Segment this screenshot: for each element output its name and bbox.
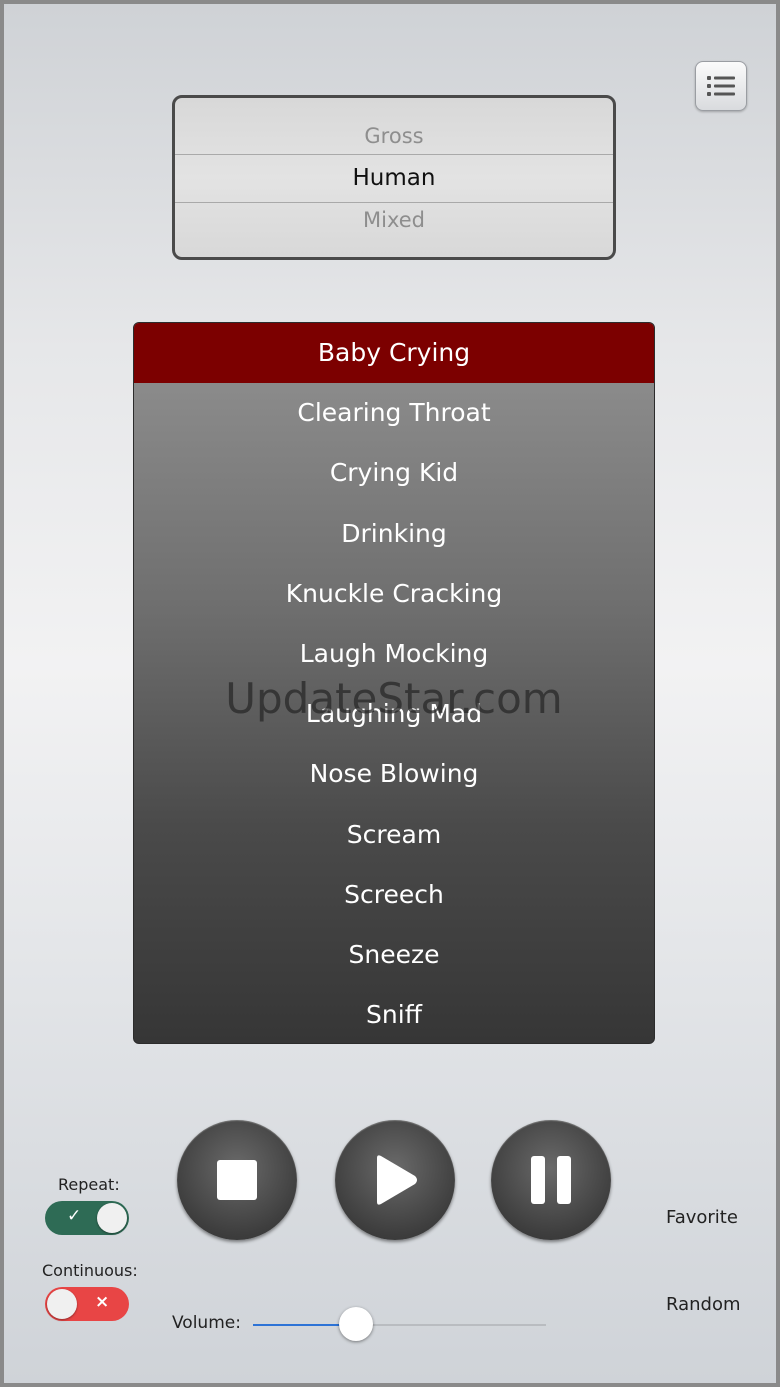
sound-list-item[interactable]: Nose Blowing [134,744,654,804]
sound-list-item[interactable]: Crying Kid [134,443,654,503]
picker-option-below[interactable]: Mixed [175,208,613,232]
sound-list-item[interactable]: Knuckle Cracking [134,564,654,624]
sound-list-item[interactable]: Scream [134,805,654,865]
favorite-button[interactable]: Favorite [666,1207,738,1228]
volume-label: Volume: [172,1313,241,1333]
toggle-knob [97,1203,127,1233]
stop-icon [217,1160,257,1200]
sound-list[interactable]: Baby Crying Clearing Throat Crying Kid Drin… [133,322,655,1044]
continuous-toggle[interactable]: × [45,1287,129,1321]
volume-slider-track[interactable] [355,1324,546,1326]
list-icon [707,76,735,96]
category-picker[interactable]: Gross Human Mixed [172,95,616,260]
repeat-label: Repeat: [58,1175,120,1194]
x-icon: × [95,1292,110,1312]
sound-list-item[interactable]: Drinking [134,504,654,564]
random-button[interactable]: Random [666,1294,741,1315]
picker-divider-bottom [175,202,613,203]
sound-list-item[interactable]: Baby Crying [134,323,654,384]
toggle-knob [47,1289,77,1319]
stop-button[interactable] [177,1120,297,1240]
picker-divider-top [175,154,613,155]
continuous-label: Continuous: [42,1261,138,1280]
picker-option-above[interactable]: Gross [175,124,613,148]
play-icon [377,1155,417,1205]
picker-option-selected[interactable]: Human [175,165,613,191]
repeat-toggle[interactable]: ✓ [45,1201,129,1235]
sound-list-item[interactable]: Sniff [134,985,654,1043]
list-menu-button[interactable] [695,61,747,111]
play-button[interactable] [335,1120,455,1240]
volume-slider-thumb[interactable] [338,1307,373,1341]
pause-icon [531,1156,571,1204]
sound-list-item[interactable]: Screech [134,865,654,925]
pause-button[interactable] [491,1120,611,1240]
sound-list-item[interactable]: Clearing Throat [134,383,654,443]
sound-list-item[interactable]: Laughing Mad [134,684,654,744]
sound-list-item[interactable]: Sneeze [134,925,654,985]
app-screen: Gross Human Mixed Baby Crying Clearing Th… [0,0,780,1387]
sound-list-item[interactable]: Laugh Mocking [134,624,654,684]
check-icon: ✓ [67,1206,82,1226]
